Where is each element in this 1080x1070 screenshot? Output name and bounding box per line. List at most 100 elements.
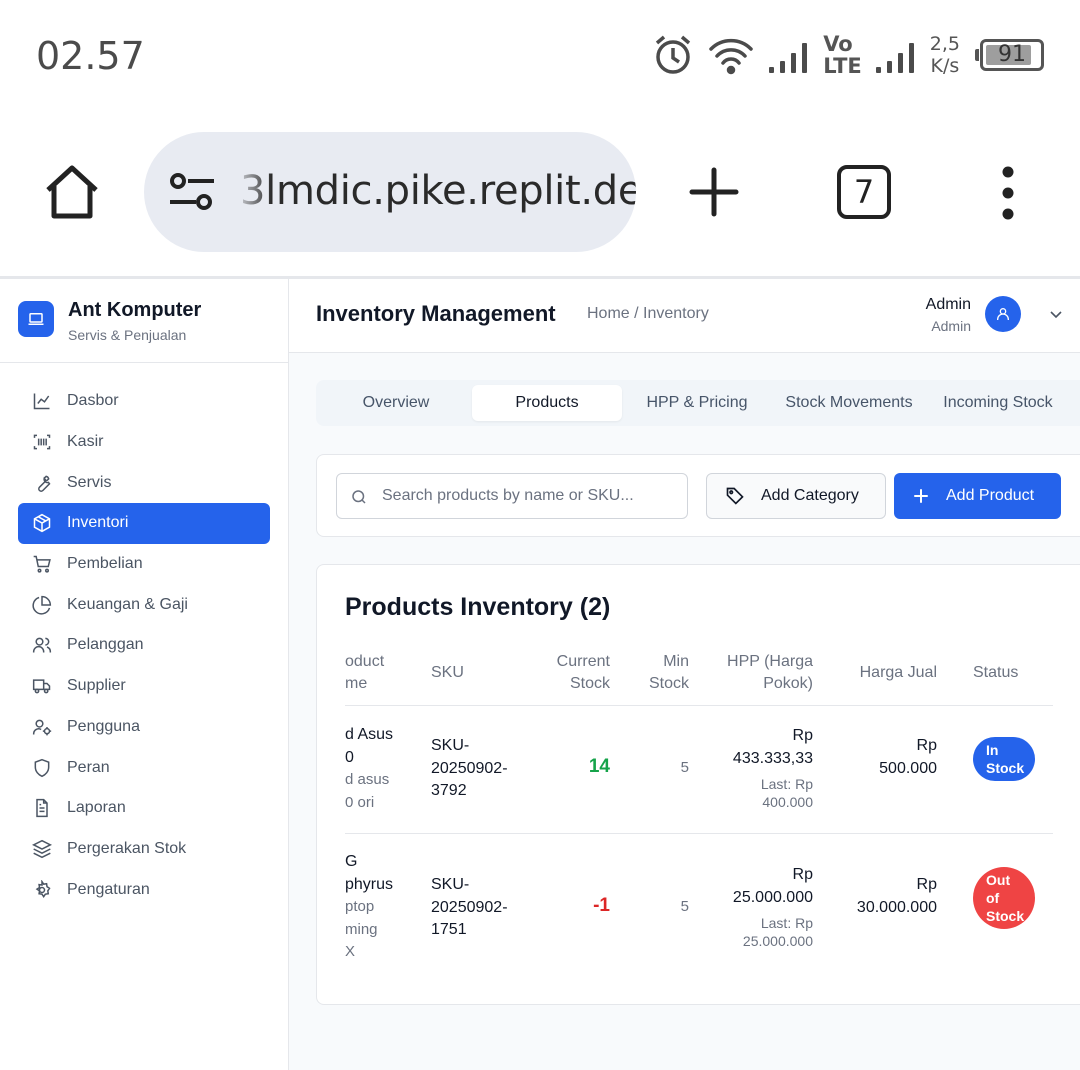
sku-line: 20250902- [431, 898, 508, 916]
status-time: 02.57 [36, 34, 145, 78]
hpp-last-line: Last: Rp [760, 915, 813, 931]
sidebar-item-pergerakan-stok[interactable]: Pergerakan Stok [18, 829, 270, 870]
price-line: 500.000 [879, 759, 937, 777]
th-current-stock[interactable]: Current Stock [550, 651, 610, 695]
tab-stock-movements[interactable]: Stock Movements [774, 385, 924, 421]
sidebar-item-peran[interactable]: Peran [18, 747, 270, 788]
status-badge-line: Stock [986, 760, 1025, 776]
sku-line: 3792 [431, 782, 467, 799]
add-category-button[interactable]: Add Category [706, 473, 886, 519]
site-settings-icon[interactable] [168, 172, 216, 212]
min-stock-value: 5 [680, 759, 689, 776]
user-cog-icon [32, 719, 52, 736]
main-content: Inventory Management Home / Inventory Ad… [289, 279, 1080, 1070]
hpp-line: 25.000.000 [732, 888, 813, 906]
status-badge-line: Out [986, 872, 1011, 888]
th-min-stock-line: Stock [648, 675, 689, 692]
volte-label-top: Vo [823, 32, 853, 56]
search-box[interactable] [336, 473, 688, 519]
table-title: Products Inventory (2) [345, 593, 611, 621]
tab-hpp-pricing[interactable]: HPP & Pricing [634, 385, 760, 421]
android-status-bar: 02.57 Vo LTE 2,5 K/s 91 [0, 0, 1080, 110]
overflow-menu-icon[interactable] [996, 166, 1020, 220]
search-input[interactable] [382, 474, 682, 518]
th-current-stock-line: Stock [569, 675, 610, 692]
sidebar-item-keuangan[interactable]: Keuangan & Gaji [18, 584, 270, 625]
sidebar-item-pengguna[interactable]: Pengguna [18, 707, 270, 748]
status-badge: In Stock [973, 737, 1035, 781]
product-name-line: G [345, 853, 358, 870]
status-badge-line: In [986, 742, 999, 758]
shopping-cart-icon [33, 555, 51, 573]
sidebar: Ant Komputer Servis & Penjualan Dasbor K… [0, 279, 289, 1070]
page-title: Inventory Management [316, 301, 556, 326]
chevron-down-icon[interactable] [1049, 307, 1063, 321]
th-harga-jual[interactable]: Harga Jual [845, 662, 937, 684]
th-status[interactable]: Status [973, 662, 1018, 684]
sidebar-item-pengaturan[interactable]: Pengaturan [18, 869, 270, 910]
sku-line: 1751 [431, 921, 467, 938]
product-name: d Asus 0 [345, 724, 393, 769]
sidebar-item-label: Peran [67, 758, 110, 776]
th-min-stock[interactable]: Min Stock [639, 651, 689, 695]
sidebar-nav: Dasbor Kasir Servis Inventori Pembelian … [18, 381, 270, 910]
url-text[interactable]: 3lmdic.pike.replit.dev [240, 168, 636, 214]
user-icon [997, 308, 1009, 320]
add-product-button[interactable]: Add Product [894, 473, 1061, 519]
hpp-line: 433.333,33 [732, 749, 813, 767]
users-icon [32, 638, 52, 653]
sku-line: SKU- [431, 876, 470, 893]
tab-incoming-stock[interactable]: Incoming Stock [936, 385, 1060, 421]
brand: Ant Komputer Servis & Penjualan [0, 279, 288, 363]
barcode-scan-icon [33, 434, 51, 450]
address-bar[interactable]: 3lmdic.pike.replit.dev [144, 132, 636, 252]
tab-products[interactable]: Products [472, 385, 622, 421]
add-category-label: Add Category [761, 487, 859, 504]
sidebar-item-inventori[interactable]: Inventori [18, 503, 270, 544]
price-value: Rp 500.000 [825, 735, 937, 780]
file-text-icon [36, 799, 48, 818]
sidebar-item-label: Keuangan & Gaji [67, 595, 188, 613]
laptop-icon [18, 301, 54, 337]
table-header-divider [345, 705, 1053, 706]
tag-icon [726, 487, 744, 505]
hpp-last-line: 25.000.000 [742, 933, 813, 949]
user-name[interactable]: Admin [926, 296, 971, 314]
sidebar-item-servis[interactable]: Servis [18, 462, 270, 503]
pie-chart-icon [32, 595, 52, 615]
sidebar-item-label: Kasir [67, 433, 104, 451]
sidebar-item-dasbor[interactable]: Dasbor [18, 381, 270, 422]
avatar[interactable] [985, 296, 1021, 332]
tab-overview[interactable]: Overview [331, 385, 461, 421]
product-description: ptop ming X [345, 896, 378, 964]
products-table: oduct me SKU Current Stock Min Stock HPP… [345, 651, 1053, 971]
tab-switcher-icon[interactable]: 7 [837, 165, 891, 219]
home-icon[interactable] [42, 162, 102, 222]
browser-toolbar: 3lmdic.pike.replit.dev 7 [0, 110, 1080, 276]
th-sku[interactable]: SKU [431, 662, 464, 684]
sidebar-item-laporan[interactable]: Laporan [18, 788, 270, 829]
sidebar-item-pembelian[interactable]: Pembelian [18, 544, 270, 585]
th-hpp[interactable]: HPP (Harga Pokok) [715, 651, 813, 695]
status-badge: Out of Stock [973, 867, 1035, 929]
sidebar-item-label: Supplier [67, 677, 126, 695]
products-table-card: Products Inventory (2) oduct me SKU Curr… [316, 564, 1080, 1005]
battery-icon: 91 [975, 39, 1044, 71]
package-icon [33, 514, 51, 533]
th-product[interactable]: oduct me [345, 651, 384, 695]
sku-value: SKU- 20250902- 3792 [431, 735, 508, 803]
network-speed-value: 2,5 [929, 33, 960, 55]
product-toolbar: Add Category Add Product [316, 454, 1080, 537]
hpp-line: Rp [792, 727, 813, 744]
chart-line-icon [33, 393, 50, 410]
current-stock-value: -1 [593, 895, 610, 916]
th-hpp-line: Pokok) [763, 675, 813, 692]
sidebar-item-supplier[interactable]: Supplier [18, 666, 270, 707]
top-header: Inventory Management Home / Inventory Ad… [289, 279, 1080, 353]
sidebar-item-pelanggan[interactable]: Pelanggan [18, 625, 270, 666]
product-description: d asus 0 ori [345, 769, 389, 814]
new-tab-icon[interactable] [688, 166, 740, 218]
sidebar-item-kasir[interactable]: Kasir [18, 422, 270, 463]
th-current-stock-line: Current [556, 653, 610, 670]
table-row-divider [345, 833, 1053, 834]
